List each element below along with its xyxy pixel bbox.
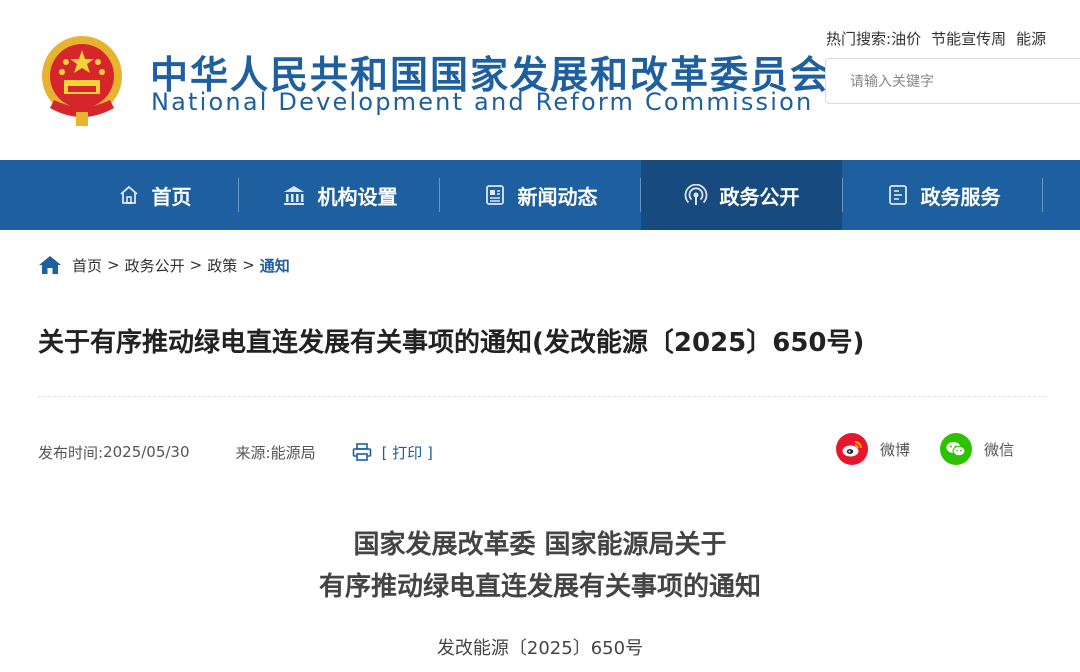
nav-label: 政务服务 [920, 184, 1001, 209]
nav-label: 首页 [151, 184, 192, 209]
home-icon [119, 185, 138, 204]
nav-item-organization[interactable]: 机构设置 [239, 160, 440, 230]
broadcast-icon [684, 184, 707, 205]
nav-label: 机构设置 [317, 184, 398, 209]
breadcrumb-notice[interactable]: 通知 [260, 255, 290, 276]
body-title-line2: 有序推动绿电直连发展有关事项的通知 [318, 572, 761, 602]
breadcrumb-policy[interactable]: 政策 [207, 255, 237, 276]
publish-label: 发布时间: [38, 443, 104, 462]
source-label: 来源: [235, 443, 271, 462]
home-icon[interactable] [38, 255, 62, 275]
hot-search-term[interactable]: 油价 [891, 30, 921, 48]
news-icon [485, 185, 504, 205]
search-box [825, 58, 1080, 105]
nav-label: 政务公开 [719, 184, 800, 209]
share-weibo[interactable]: 微博 [836, 432, 910, 466]
title-divider [38, 396, 1046, 397]
weibo-label: 微博 [880, 440, 911, 459]
document-number: 发改能源〔2025〕650号 [436, 638, 644, 659]
building-icon [283, 186, 304, 205]
service-icon [888, 185, 907, 205]
site-header: 中华人民共和国国家发展和改革委员会 National Development a… [0, 0, 1080, 160]
article-title: 关于有序推动绿电直连发展有关事项的通知(发改能源〔2025〕650号) [38, 328, 865, 358]
breadcrumb: 首页 > 政务公开 > 政策 > 通知 [38, 252, 290, 278]
national-emblem-icon[interactable] [36, 30, 128, 130]
search-input[interactable] [826, 59, 1080, 105]
printer-icon [352, 443, 371, 461]
body-title-line1: 国家发展改革委 国家能源局关于 [353, 530, 727, 560]
share-wechat[interactable]: 微信 [940, 432, 1014, 466]
nav-item-home[interactable]: 首页 [54, 160, 255, 230]
breadcrumb-home[interactable]: 首页 [72, 255, 102, 276]
main-nav: 首页 机构设置 新闻动态 政务公开 政务服务 [0, 160, 1080, 230]
hot-search-term[interactable]: 能源 [1016, 30, 1046, 48]
nav-item-government-affairs[interactable]: 政务公开 [641, 160, 842, 230]
article-meta: 发布时间: 2025/05/30 来源: 能源局 [ 打印 ] [38, 440, 433, 464]
source-value: 能源局 [270, 443, 316, 462]
nav-separator [1042, 178, 1043, 212]
nav-label: 新闻动态 [517, 184, 598, 209]
hot-search: 热门搜索:油价 节能宣传周 能源 [826, 28, 1052, 49]
breadcrumb-government-affairs[interactable]: 政务公开 [125, 255, 185, 276]
nav-item-services[interactable]: 政务服务 [843, 160, 1044, 230]
breadcrumb-separator: > [189, 256, 203, 274]
weibo-icon [836, 433, 868, 465]
print-button[interactable]: [ 打印 ] [352, 442, 433, 463]
wechat-icon [940, 433, 972, 465]
org-name-en[interactable]: National Development and Reform Commissi… [151, 88, 813, 116]
publish-date: 2025/05/30 [103, 443, 190, 461]
nav-item-news[interactable]: 新闻动态 [440, 160, 641, 230]
hot-search-label: 热门搜索: [826, 30, 892, 48]
breadcrumb-separator: > [242, 256, 255, 274]
wechat-label: 微信 [984, 440, 1015, 459]
hot-search-term[interactable]: 节能宣传周 [931, 30, 1006, 48]
breadcrumb-separator: > [107, 256, 120, 274]
print-label: [ 打印 ] [381, 443, 433, 462]
